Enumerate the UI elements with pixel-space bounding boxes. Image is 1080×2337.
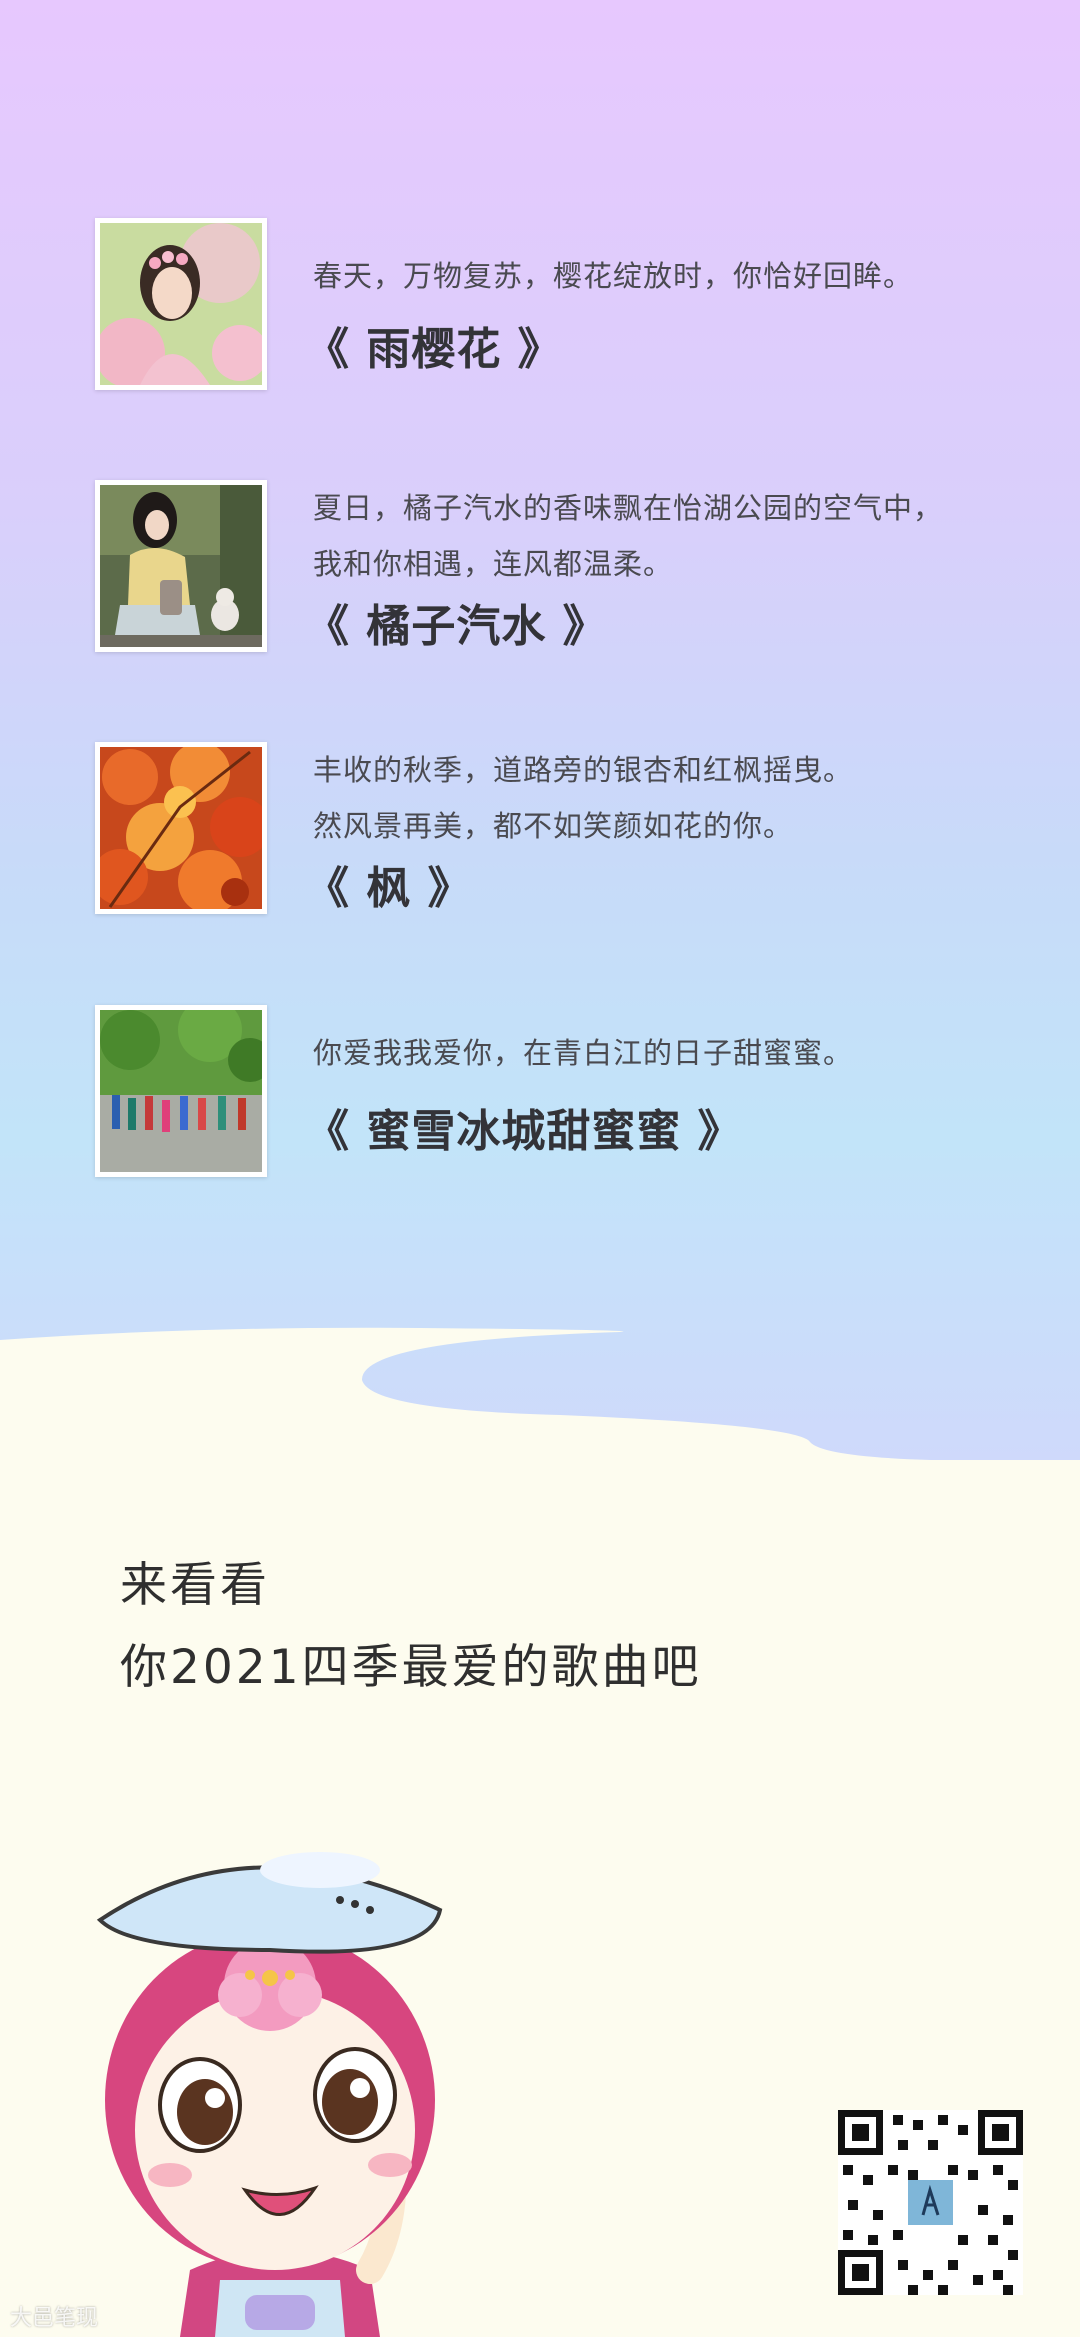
- call-to-action-heading: 来看看 你2021四季最爱的歌曲吧: [120, 1545, 702, 1709]
- maple-leaves-photo: [95, 742, 267, 914]
- wave-divider: [0, 1327, 1080, 1460]
- heading-line-1: 来看看: [120, 1558, 270, 1613]
- song-title: 《 蜜雪冰城甜蜜蜜 》: [305, 1106, 743, 1157]
- song-title: 《 雨樱花 》: [305, 324, 563, 375]
- heading-line-2: 你2021四季最爱的歌曲吧: [120, 1640, 702, 1695]
- song-title: 《 橘子汽水 》: [305, 601, 608, 652]
- watermark-text: 大邑笔现: [10, 2306, 99, 2331]
- song-description: 春天，万物复苏，樱花绽放时，你恰好回眸。: [313, 259, 914, 293]
- song-description: 丰收的秋季，道路旁的银杏和红枫摇曳。 然风景再美，都不如笑颜如花的你。: [313, 753, 854, 843]
- cherry-blossom-photo: [95, 218, 267, 390]
- qr-code[interactable]: [838, 2110, 1023, 2295]
- gradient-background: 春天，万物复苏，樱花绽放时，你恰好回眸。 《 雨樱花 》 夏日，橘子汽水的香味飘…: [0, 0, 1080, 1460]
- song-description: 夏日，橘子汽水的香味飘在怡湖公园的空气中， 我和你相遇，连风都温柔。: [313, 491, 944, 581]
- mascot-character: [96, 1852, 443, 2337]
- song-title: 《 枫 》: [305, 863, 473, 914]
- song-description: 你爱我我爱你，在青白江的日子甜蜜蜜。: [313, 1036, 854, 1070]
- group-dance-photo: [95, 1005, 267, 1177]
- girl-with-cat-photo: [95, 480, 267, 652]
